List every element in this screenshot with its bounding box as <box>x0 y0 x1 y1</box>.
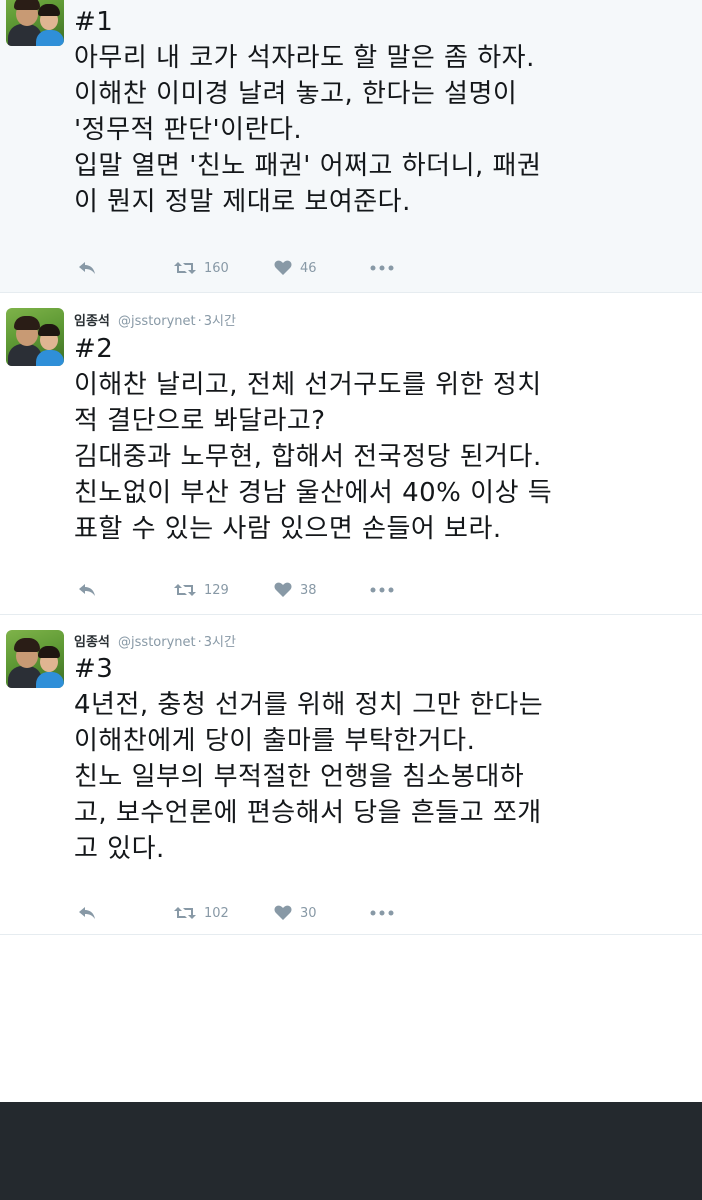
tweet-text: #3 4년전, 충청 선거를 위해 정치 그만 한다는 이해찬에게 당이 출마를… <box>74 651 689 867</box>
reply-button[interactable] <box>78 578 96 602</box>
tweet-text: #2 이해찬 날리고, 전체 선거구도를 위한 정치 적 결단으로 봐달라고? … <box>74 331 689 547</box>
tweet-number: #3 <box>74 654 114 684</box>
more-icon <box>370 587 394 593</box>
tweet-text-line: 고, 보수언론에 편승해서 당을 흔들고 쪼개 <box>74 798 542 828</box>
tweet-text-line: 김대중과 노무현, 합해서 전국정당 된거다. <box>74 442 542 472</box>
heart-icon <box>274 905 292 921</box>
tweet-text-line: 친노 일부의 부적절한 언행을 침소봉대하 <box>74 762 525 792</box>
tweet-text-line: 이해찬 이미경 날려 놓고, 한다는 설명이 <box>74 79 518 109</box>
heart-icon <box>274 582 292 598</box>
retweet-count: 160 <box>204 260 229 276</box>
tweet-text-line: 이해찬 날리고, 전체 선거구도를 위한 정치 <box>74 370 542 400</box>
tweet-thread: #1 아무리 내 코가 석자라도 할 말은 좀 하자. 이해찬 이미경 날려 놓… <box>0 0 702 1200</box>
tweet-1[interactable]: #1 아무리 내 코가 석자라도 할 말은 좀 하자. 이해찬 이미경 날려 놓… <box>0 0 702 293</box>
like-button[interactable]: 46 <box>274 256 317 280</box>
more-button[interactable] <box>370 256 394 280</box>
reply-icon <box>78 583 96 597</box>
tweet-2[interactable]: 임종석 @jsstorynet · 3시간 #2 이해찬 날리고, 전체 선거구도를… <box>0 293 702 615</box>
retweet-icon <box>174 260 196 276</box>
bottom-bar <box>0 1102 702 1200</box>
separator-dot: · <box>197 314 202 329</box>
retweet-button[interactable]: 160 <box>174 256 229 280</box>
retweet-icon <box>174 905 196 921</box>
reply-button[interactable] <box>78 901 96 925</box>
more-button[interactable] <box>370 578 394 602</box>
like-count: 38 <box>300 582 317 598</box>
like-count: 30 <box>300 905 317 921</box>
like-button[interactable]: 30 <box>274 901 317 925</box>
retweet-button[interactable]: 129 <box>174 578 229 602</box>
retweet-icon <box>174 582 196 598</box>
reply-icon <box>78 906 96 920</box>
more-icon <box>370 910 394 916</box>
tweet-time[interactable]: 3시간 <box>204 314 236 329</box>
avatar[interactable] <box>6 0 64 46</box>
tweet-text-line: 이 뭔지 정말 제대로 보여준다. <box>74 187 411 217</box>
author-name[interactable]: 임종석 <box>74 635 110 650</box>
heart-icon <box>274 260 292 276</box>
tweet-text-line: 4년전, 충청 선거를 위해 정치 그만 한다는 <box>74 690 544 720</box>
tweet-text-line: 아무리 내 코가 석자라도 할 말은 좀 하자. <box>74 43 535 73</box>
tweet-text: #1 아무리 내 코가 석자라도 할 말은 좀 하자. 이해찬 이미경 날려 놓… <box>74 4 689 220</box>
more-button[interactable] <box>370 901 394 925</box>
tweet-number: #1 <box>74 7 114 37</box>
more-icon <box>370 265 394 271</box>
tweet-text-line: 이해찬에게 당이 출마를 부탁한거다. <box>74 726 476 756</box>
retweet-count: 129 <box>204 582 229 598</box>
like-count: 46 <box>300 260 317 276</box>
avatar[interactable] <box>6 308 64 366</box>
reply-button[interactable] <box>78 256 96 280</box>
like-button[interactable]: 38 <box>274 578 317 602</box>
author-name[interactable]: 임종석 <box>74 314 110 329</box>
retweet-button[interactable]: 102 <box>174 901 229 925</box>
reply-icon <box>78 261 96 275</box>
retweet-count: 102 <box>204 905 229 921</box>
tweet-text-line: 입말 열면 '친노 패권' 어쩌고 하더니, 패권 <box>74 151 542 181</box>
tweet-time[interactable]: 3시간 <box>204 635 236 650</box>
tweet-text-line: 적 결단으로 봐달라고? <box>74 406 326 436</box>
separator-dot: · <box>197 635 202 650</box>
avatar[interactable] <box>6 630 64 688</box>
author-handle[interactable]: @jsstorynet <box>118 635 196 650</box>
tweet-3[interactable]: 임종석 @jsstorynet · 3시간 #3 4년전, 충청 선거를 위해 정치… <box>0 615 702 935</box>
tweet-number: #2 <box>74 334 114 364</box>
author-handle[interactable]: @jsstorynet <box>118 314 196 329</box>
tweet-text-line: 고 있다. <box>74 834 165 864</box>
tweet-header: 임종석 @jsstorynet · 3시간 <box>74 310 236 332</box>
tweet-text-line: 친노없이 부산 경남 울산에서 40% 이상 득 <box>74 478 553 508</box>
tweet-text-line: 표할 수 있는 사람 있으면 손들어 보라. <box>74 514 502 544</box>
tweet-header: 임종석 @jsstorynet · 3시간 <box>74 631 236 653</box>
tweet-text-line: '정무적 판단'이란다. <box>74 115 303 145</box>
